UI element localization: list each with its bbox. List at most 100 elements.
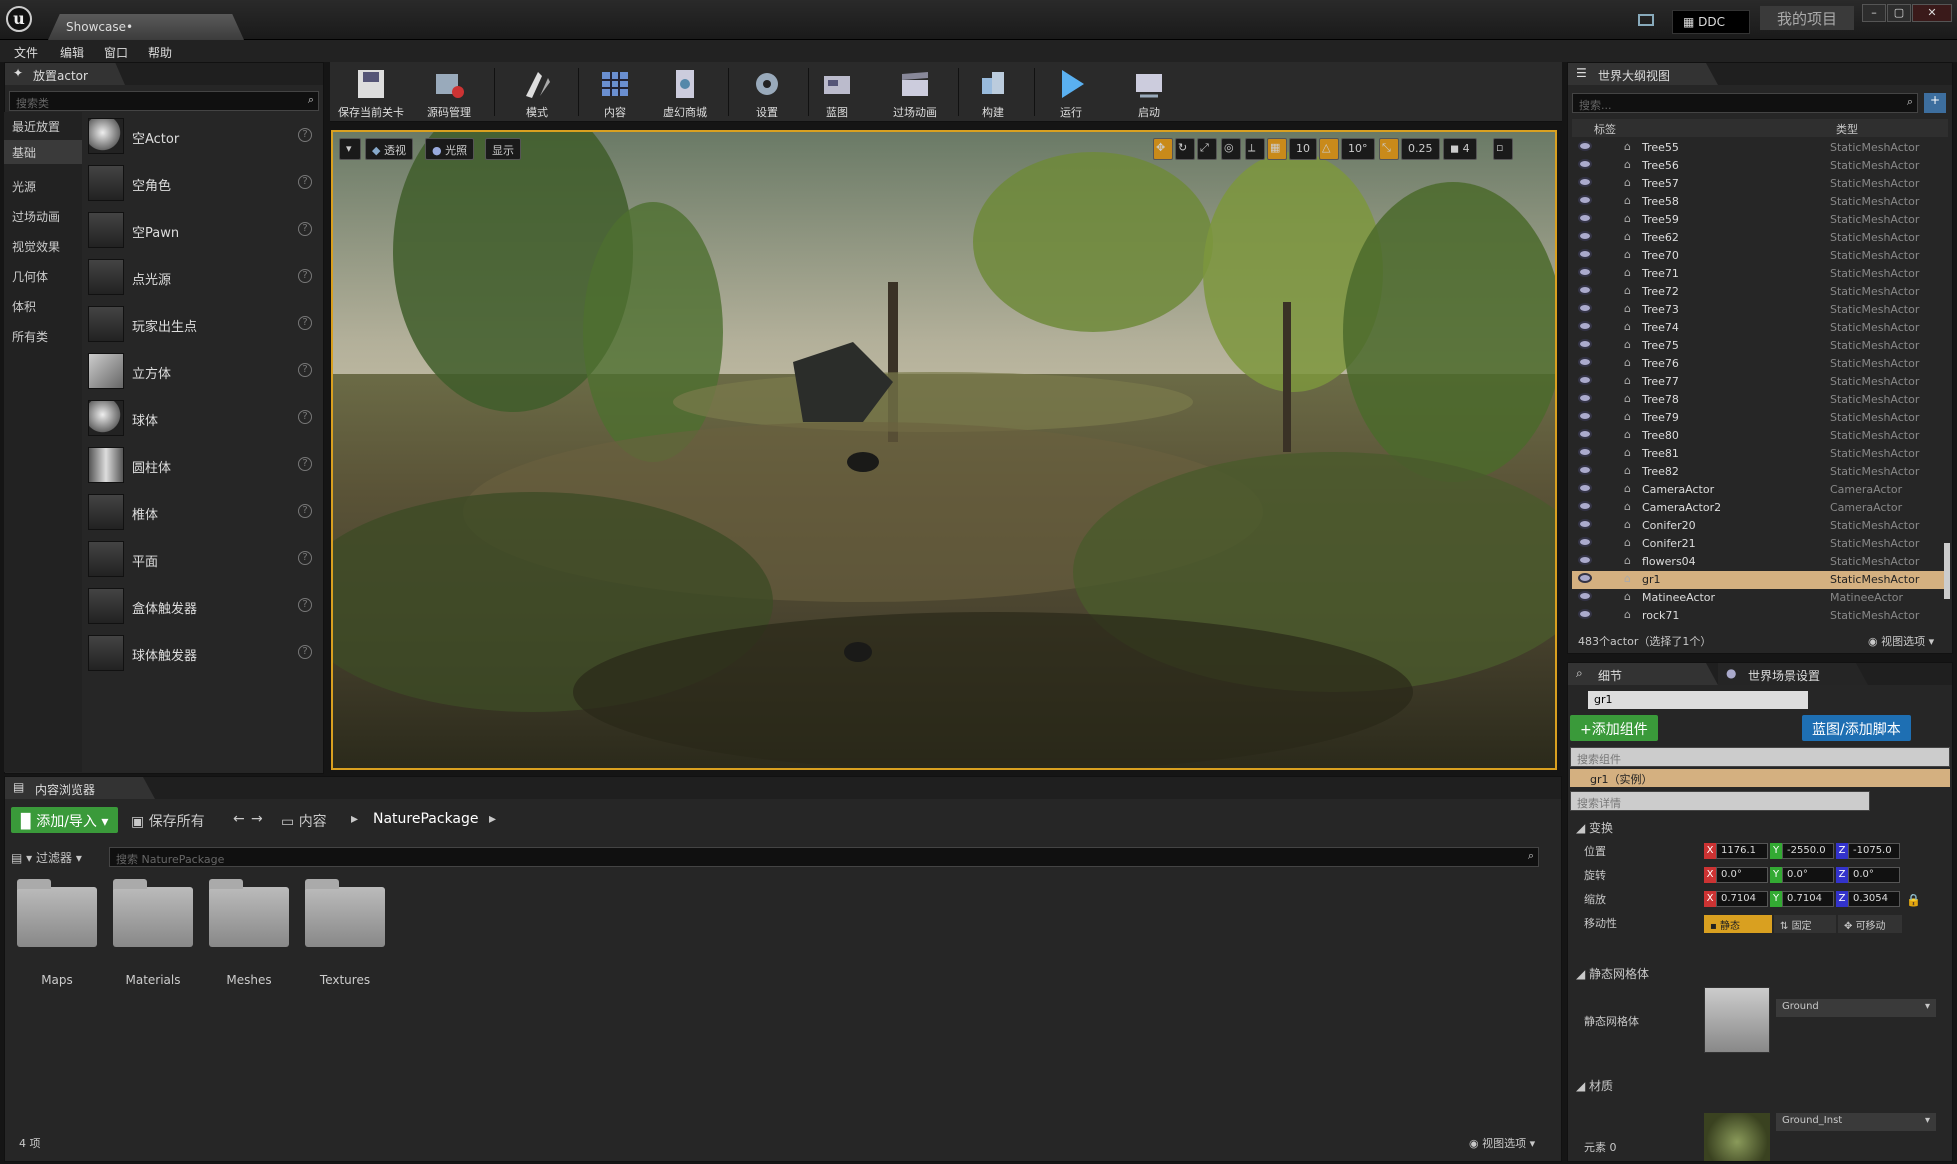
category-all-classes[interactable]: 所有类 xyxy=(12,328,48,345)
help-icon[interactable]: ? xyxy=(298,363,312,377)
actor-item-sphere[interactable]: 球体? xyxy=(88,398,320,440)
help-icon[interactable]: ? xyxy=(298,410,312,424)
help-icon[interactable]: ? xyxy=(298,316,312,330)
scale-z-field[interactable]: 0.3054 xyxy=(1848,891,1900,907)
scale-y-field[interactable]: 0.7104 xyxy=(1782,891,1834,907)
add-component-button[interactable]: +添加组件 xyxy=(1570,715,1658,741)
location-x-field[interactable]: 1176.1 xyxy=(1716,843,1768,859)
visibility-eye-icon[interactable] xyxy=(1578,213,1592,223)
details-tab[interactable]: ⌕ 细节 xyxy=(1568,663,1718,685)
notification-icon[interactable] xyxy=(1638,14,1654,26)
content-view-options-button[interactable]: ◉ 视图选项 ▾ xyxy=(1469,1135,1535,1151)
place-actors-tab[interactable]: ✦ 放置actor xyxy=(5,63,125,85)
visibility-eye-icon[interactable] xyxy=(1578,393,1592,403)
visibility-eye-icon[interactable] xyxy=(1578,177,1592,187)
content-browser-tab[interactable]: ▤ 内容浏览器 xyxy=(5,777,155,799)
outliner-row[interactable]: ⌂ MatineeActor MatineeActor xyxy=(1572,589,1948,607)
rotation-y-field[interactable]: 0.0° xyxy=(1782,867,1834,883)
surface-snap-icon[interactable]: ⟂ xyxy=(1245,138,1265,160)
close-button[interactable]: ✕ xyxy=(1912,4,1952,22)
build-button[interactable]: 构建 xyxy=(954,64,1032,122)
help-icon[interactable]: ? xyxy=(298,222,312,236)
maximize-button[interactable]: ▢ xyxy=(1887,4,1911,22)
material-thumbnail[interactable] xyxy=(1704,1113,1770,1161)
visibility-eye-icon[interactable] xyxy=(1578,357,1592,367)
outliner-row[interactable]: ⌂ Tree79 StaticMeshActor xyxy=(1572,409,1948,427)
outliner-row[interactable]: ⌂ Tree76 StaticMeshActor xyxy=(1572,355,1948,373)
mobility-movable-button[interactable]: ✥ 可移动 xyxy=(1838,915,1902,933)
rotation-x-field[interactable]: 0.0° xyxy=(1716,867,1768,883)
help-icon[interactable]: ? xyxy=(298,175,312,189)
filters-button[interactable]: ▤ ▾ 过滤器 ▾ xyxy=(11,849,82,866)
visibility-eye-icon[interactable] xyxy=(1578,339,1592,349)
outliner-row[interactable]: ⌂ Tree78 StaticMeshActor xyxy=(1572,391,1948,409)
source-control-button[interactable]: 源码管理 xyxy=(410,64,488,122)
actor-item-empty-pawn[interactable]: 空Pawn? xyxy=(88,210,320,252)
help-icon[interactable]: ? xyxy=(298,457,312,471)
help-icon[interactable]: ? xyxy=(298,128,312,142)
help-icon[interactable]: ? xyxy=(298,504,312,518)
location-y-field[interactable]: -2550.0 xyxy=(1782,843,1834,859)
scale-snap-value[interactable]: 0.25 xyxy=(1401,138,1440,160)
visibility-eye-icon[interactable] xyxy=(1578,267,1592,277)
component-instance-row[interactable]: gr1（实例） xyxy=(1570,769,1950,787)
outliner-row[interactable]: ⌂ Tree77 StaticMeshActor xyxy=(1572,373,1948,391)
folder-materials[interactable] xyxy=(113,879,193,947)
maximize-viewport-icon[interactable]: ▫ xyxy=(1493,138,1513,160)
outliner-row[interactable]: ⌂ Tree75 StaticMeshActor xyxy=(1572,337,1948,355)
column-type-header[interactable]: 类型 xyxy=(1836,121,1858,137)
outliner-view-options-button[interactable]: ◉ 视图选项 ▾ xyxy=(1868,633,1934,649)
outliner-search-input[interactable]: 搜索... ⌕ xyxy=(1572,93,1918,113)
actor-item-player-start[interactable]: 玩家出生点? xyxy=(88,304,320,346)
category-cinematic[interactable]: 过场动画 xyxy=(12,208,60,225)
material-dropdown[interactable]: Ground_Inst ▾ xyxy=(1776,1113,1936,1131)
mobility-stationary-button[interactable]: ⇅ 固定 xyxy=(1774,915,1836,933)
visibility-eye-icon[interactable] xyxy=(1578,249,1592,259)
grid-snap-icon[interactable]: ▦ xyxy=(1267,138,1287,160)
materials-section[interactable]: ◢ 材质 xyxy=(1576,1077,1613,1094)
save-level-button[interactable]: 保存当前关卡 xyxy=(332,64,410,122)
content-search-input[interactable]: 搜索 NaturePackage ⌕ xyxy=(109,847,1539,867)
help-icon[interactable]: ? xyxy=(298,645,312,659)
project-tab[interactable]: Showcase• xyxy=(48,14,244,40)
help-icon[interactable]: ? xyxy=(298,551,312,565)
cinematics-button[interactable]: 过场动画 xyxy=(876,64,954,122)
visibility-eye-icon[interactable] xyxy=(1578,465,1592,475)
menu-edit[interactable]: 编辑 xyxy=(60,44,84,61)
visibility-eye-icon[interactable] xyxy=(1578,303,1592,313)
blueprint-add-script-button[interactable]: 蓝图/添加脚本 xyxy=(1802,715,1911,741)
visibility-eye-icon[interactable] xyxy=(1578,375,1592,385)
outliner-row[interactable]: ⌂ Tree82 StaticMeshActor xyxy=(1572,463,1948,481)
outliner-row[interactable]: ⌂ Tree58 StaticMeshActor xyxy=(1572,193,1948,211)
outliner-row[interactable]: ⌂ Tree73 StaticMeshActor xyxy=(1572,301,1948,319)
outliner-row[interactable]: ⌂ Conifer20 StaticMeshActor xyxy=(1572,517,1948,535)
outliner-row[interactable]: ⌂ Tree56 StaticMeshActor xyxy=(1572,157,1948,175)
column-label-header[interactable]: 标签 xyxy=(1594,121,1616,137)
actor-item-empty-actor[interactable]: 空Actor? xyxy=(88,116,320,158)
actor-item-cube[interactable]: 立方体? xyxy=(88,351,320,393)
visibility-eye-icon[interactable] xyxy=(1578,591,1592,601)
visibility-eye-icon[interactable] xyxy=(1578,537,1592,547)
show-button[interactable]: 显示 xyxy=(485,138,521,160)
visibility-eye-icon[interactable] xyxy=(1578,141,1592,151)
settings-button[interactable]: 设置 xyxy=(728,64,806,122)
forward-arrow-icon[interactable]: → xyxy=(251,811,263,827)
visibility-eye-icon[interactable] xyxy=(1578,285,1592,295)
actor-item-cone[interactable]: 椎体? xyxy=(88,492,320,534)
rotation-z-field[interactable]: 0.0° xyxy=(1848,867,1900,883)
menu-help[interactable]: 帮助 xyxy=(148,44,172,61)
actor-item-point-light[interactable]: 点光源? xyxy=(88,257,320,299)
perspective-button[interactable]: ◆ 透视 xyxy=(365,138,413,160)
actor-item-empty-character[interactable]: 空角色? xyxy=(88,163,320,205)
minimize-button[interactable]: – xyxy=(1862,4,1886,22)
search-components-input[interactable]: 搜索组件 xyxy=(1570,747,1950,767)
level-viewport[interactable]: ▾ ◆ 透视 ● 光照 显示 ✥ ↻ ⤢ ◎ ⟂ ▦ 10 △ 10° ⤡ 0.… xyxy=(331,130,1557,770)
path-content-button[interactable]: ▭ 内容 xyxy=(281,811,327,831)
actor-item-box-trigger[interactable]: 盒体触发器? xyxy=(88,586,320,628)
category-recent[interactable]: 最近放置 xyxy=(12,118,60,135)
scale-icon[interactable]: ⤢ xyxy=(1197,138,1217,160)
rotation-snap-icon[interactable]: △ xyxy=(1319,138,1339,160)
actor-name-field[interactable]: gr1 xyxy=(1588,691,1808,709)
outliner-row[interactable]: ⌂ rock71 StaticMeshActor xyxy=(1572,607,1948,625)
folder-maps[interactable] xyxy=(17,879,97,947)
